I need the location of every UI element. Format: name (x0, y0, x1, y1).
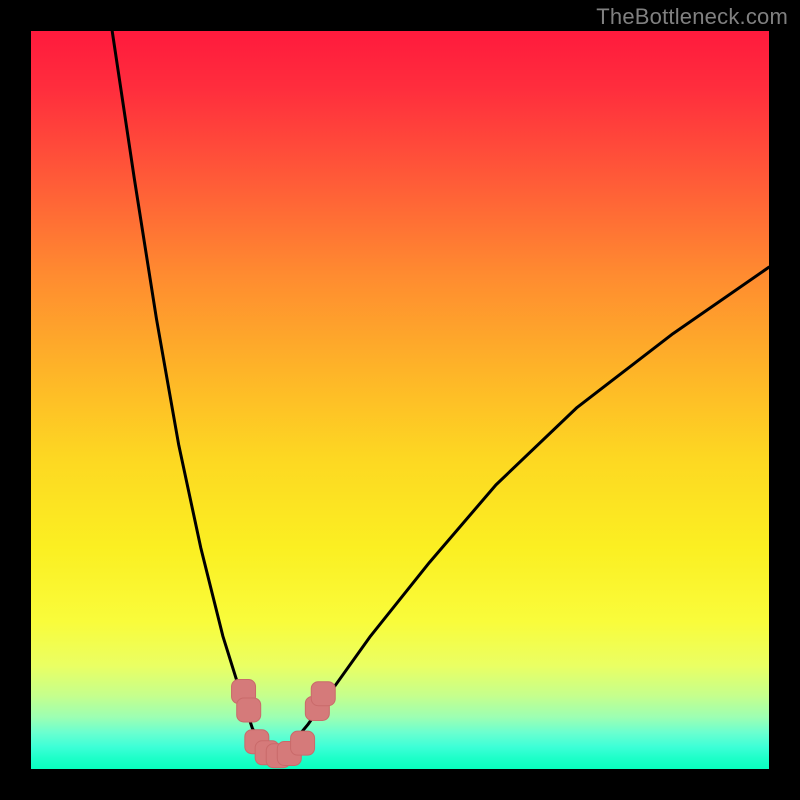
chart-frame: TheBottleneck.com (0, 0, 800, 800)
curve-lines (112, 31, 769, 758)
data-marker (237, 698, 261, 722)
data-marker (311, 682, 335, 706)
curve-markers (232, 680, 336, 768)
chart-svg (31, 31, 769, 769)
watermark-text: TheBottleneck.com (596, 4, 788, 30)
data-marker (291, 731, 315, 755)
plot-area (31, 31, 769, 769)
bottleneck-curve (112, 31, 769, 758)
